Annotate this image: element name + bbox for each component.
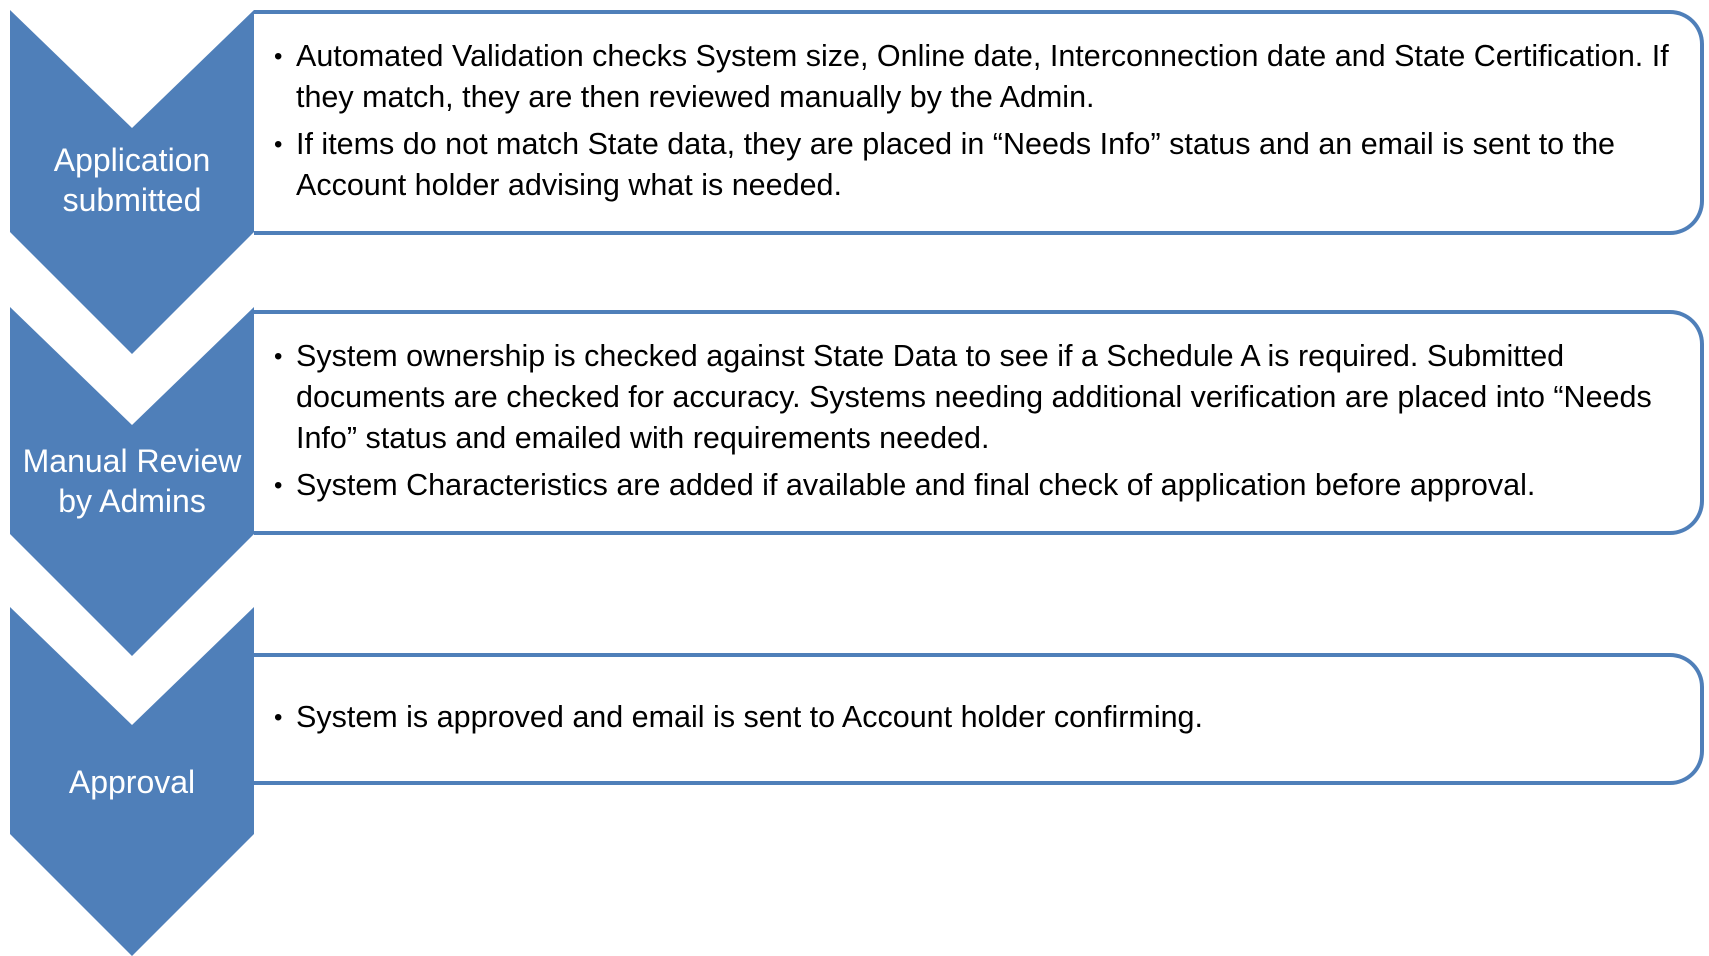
step-2-details-box: • System ownership is checked against St… [254, 310, 1704, 535]
step-2-label: Manual Review by Admins [22, 443, 242, 519]
bullet-icon: • [274, 703, 283, 731]
step-2-bullet-list: • System ownership is checked against St… [274, 334, 1688, 512]
step-3-details-box: • System is approved and email is sent t… [254, 653, 1704, 785]
step-1-bullet-2: • If items do not match State data, they… [274, 124, 1688, 206]
step-2-bullet-1: • System ownership is checked against St… [274, 336, 1688, 459]
bullet-icon: • [274, 342, 283, 370]
bullet-icon: • [274, 42, 283, 70]
step-2-bullet-1-text: System ownership is checked against Stat… [296, 338, 1652, 455]
step-3-bullet-1: • System is approved and email is sent t… [274, 697, 1688, 738]
step-3-label: Approval [68, 764, 196, 800]
step-2-bullet-2-text: System Characteristics are added if avai… [296, 467, 1536, 502]
step-3-bullet-list: • System is approved and email is sent t… [274, 695, 1688, 744]
step-1-bullet-2-text: If items do not match State data, they a… [296, 126, 1616, 202]
step-2-bullet-2: • System Characteristics are added if av… [274, 465, 1688, 506]
bullet-icon: • [274, 471, 283, 499]
bullet-icon: • [274, 130, 283, 158]
step-1-bullet-1: • Automated Validation checks System siz… [274, 36, 1688, 118]
step-1-bullet-list: • Automated Validation checks System siz… [274, 34, 1688, 212]
step-1-bullet-1-text: Automated Validation checks System size,… [296, 38, 1669, 114]
step-1-label: Application submitted [53, 142, 211, 218]
step-3-bullet-1-text: System is approved and email is sent to … [296, 699, 1203, 734]
step-1-details-box: • Automated Validation checks System siz… [254, 10, 1704, 235]
